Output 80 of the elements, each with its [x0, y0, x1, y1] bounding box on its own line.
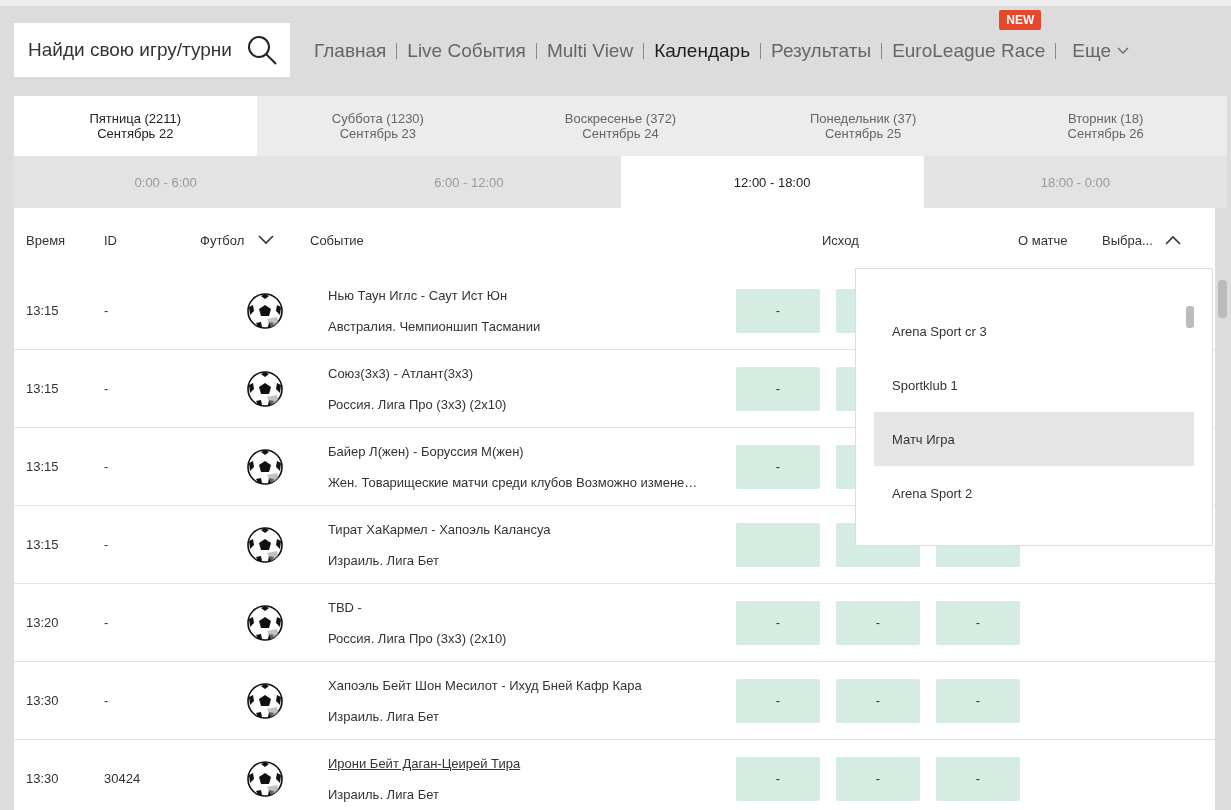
soccer-ball-icon	[247, 760, 283, 797]
time-cell-text: 13:30	[25, 693, 60, 708]
day-tab[interactable]: Суббота (1230) Сентябрь 23	[256, 96, 500, 156]
channel-option[interactable]: Arena Sport cr 3	[874, 304, 1194, 358]
column-header: Исход	[822, 232, 860, 248]
soccer-ball-icon	[247, 682, 283, 719]
nav-link[interactable]: Live События	[407, 40, 526, 62]
day-tab[interactable]: Вторник (18) Сентябрь 26	[984, 96, 1227, 156]
odds-button[interactable]: -	[836, 756, 920, 801]
chevron-up-icon	[1164, 235, 1181, 245]
soccer-ball-icon	[247, 448, 283, 485]
nav-link[interactable]: EuroLeague Race	[892, 40, 1046, 62]
id-cell-text: 30424	[104, 771, 142, 786]
id-cell-text: -	[104, 615, 110, 630]
chevron-down-icon	[258, 235, 275, 245]
event-name: Нью Таун Иглс - Саут Ист Юн	[328, 287, 509, 303]
odds-button[interactable]: -	[736, 600, 820, 645]
column-header: О матче	[1018, 232, 1069, 248]
scrollbar-thumb[interactable]	[1218, 280, 1227, 318]
odds-button[interactable]: -	[936, 756, 1020, 801]
column-header: Событие	[310, 232, 365, 248]
odds-button[interactable]: -	[936, 600, 1020, 645]
league-name: Россия. Лига Про (3х3) (2х10)	[328, 630, 508, 646]
event-name: Хапоэль Бейт Шон Месилот - Ихуд Бней Кафр Кара	[328, 677, 643, 693]
id-cell-text: -	[104, 693, 110, 708]
odds-button[interactable]: -	[736, 678, 820, 723]
soccer-ball-icon	[247, 292, 283, 329]
league-name: Австралия. Чемпионшип Тасмании	[328, 318, 542, 334]
league-name: Израиль. Лига Бет	[328, 708, 440, 724]
channel-dropdown[interactable]: Выбра...	[1102, 232, 1181, 248]
odds-button[interactable]: -	[836, 678, 920, 723]
odds-button[interactable]	[736, 522, 820, 567]
event-name: Тират ХаКармел - Хапоэль Калансуа	[328, 521, 552, 537]
time-cell-text: 13:15	[25, 381, 60, 396]
column-header: Время	[25, 232, 67, 248]
chevron-down-icon	[1116, 47, 1129, 55]
nav-link[interactable]: Multi View	[546, 40, 634, 62]
new-badge: NEW	[999, 10, 1042, 30]
odds-button[interactable]: -	[736, 444, 820, 489]
id-cell-text: -	[104, 303, 110, 318]
day-tab[interactable]: Пятница (2211) Сентябрь 22	[14, 96, 257, 156]
league-name: Жен. Товарищеские матчи среди клубов Возможно измене…	[328, 474, 699, 490]
event-name: Байер Л(жен) - Боруссия М(жен)	[328, 443, 525, 459]
id-cell-text: -	[104, 537, 110, 552]
nav-link[interactable]: Главная	[314, 40, 387, 62]
league-name: Россия. Лига Про (3х3) (2х10)	[328, 396, 508, 412]
soccer-ball-icon	[247, 604, 283, 641]
channel-option[interactable]: Матч Игра	[874, 412, 1194, 466]
odds-button[interactable]: -	[836, 600, 920, 645]
sport-dropdown[interactable]: Футбол	[200, 232, 292, 248]
time-cell-text: 13:15	[25, 303, 60, 318]
day-tab[interactable]: Понедельник (37) Сентябрь 25	[741, 96, 985, 156]
time-range-tab[interactable]: 12:00 - 18:00	[620, 156, 924, 208]
odds-button[interactable]: -	[736, 366, 820, 411]
odds-button[interactable]: -	[736, 756, 820, 801]
nav-link[interactable]: Результаты	[771, 40, 872, 62]
nav-link[interactable]: Еще	[1072, 40, 1129, 62]
channel-option[interactable]: Arena Sport 2	[874, 466, 1194, 520]
soccer-ball-icon	[247, 526, 283, 563]
league-name: Израиль. Лига Бет	[328, 786, 440, 802]
search-field[interactable]: Найди свою игру/турни	[14, 23, 290, 77]
nav-link[interactable]: Календарь	[654, 40, 751, 62]
search-icon[interactable]	[246, 34, 278, 66]
day-tab[interactable]: Воскресенье (372) Сентябрь 24	[499, 96, 742, 156]
league-name: Израиль. Лига Бет	[328, 552, 440, 568]
id-cell-text: -	[104, 381, 110, 396]
soccer-ball-icon	[247, 370, 283, 407]
time-cell-text: 13:15	[25, 537, 60, 552]
odds-button[interactable]: -	[936, 678, 1020, 723]
time-cell-text: 13:15	[25, 459, 60, 474]
column-header: ID	[104, 232, 118, 248]
scrollbar-thumb[interactable]	[1186, 306, 1194, 328]
event-link[interactable]: Ирони Бейт Даган-Цеирей Тира	[328, 755, 736, 771]
id-cell-text: -	[104, 459, 110, 474]
event-name: Союз(3х3) - Атлант(3х3)	[328, 365, 475, 381]
event-name: TBD -	[328, 599, 363, 615]
odds-button[interactable]: -	[736, 288, 820, 333]
time-cell-text: 13:20	[25, 615, 60, 630]
channel-option[interactable]: Sportklub 1	[874, 358, 1194, 412]
time-cell-text: 13:30	[25, 771, 60, 786]
